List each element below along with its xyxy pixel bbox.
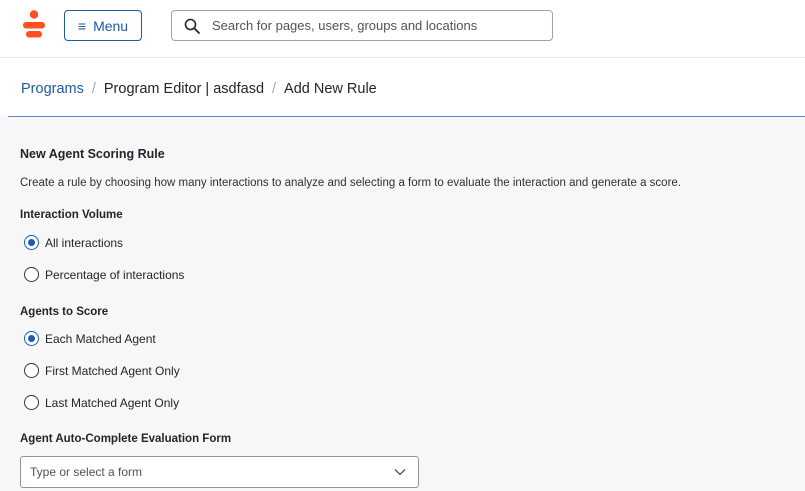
breadcrumb-program-editor: Program Editor | asdfasd <box>103 81 265 97</box>
radio-last-matched-agent-only[interactable]: Last Matched Agent Only <box>24 395 179 410</box>
radio-each-matched-agent[interactable]: Each Matched Agent <box>24 331 156 346</box>
radio-label: All interactions <box>45 235 124 250</box>
radio-label: Last Matched Agent Only <box>45 395 180 410</box>
breadcrumb: Programs / Program Editor | asdfasd / Ad… <box>21 79 377 99</box>
radio-label: Percentage of interactions <box>45 267 185 282</box>
menu-button[interactable]: ≡ Menu <box>64 10 142 41</box>
genesys-logo-icon[interactable] <box>22 10 46 40</box>
evaluation-form-label: Agent Auto-Complete Evaluation Form <box>20 433 232 445</box>
breadcrumb-programs-link[interactable]: Programs <box>21 81 84 97</box>
radio-percentage-of-interactions[interactable]: Percentage of interactions <box>24 267 184 282</box>
radio-unselected-icon[interactable] <box>24 363 39 378</box>
radio-all-interactions[interactable]: All interactions <box>24 235 123 250</box>
radio-first-matched-agent-only[interactable]: First Matched Agent Only <box>24 363 180 378</box>
hamburger-icon: ≡ <box>77 17 87 34</box>
search-icon <box>184 18 200 34</box>
radio-selected-icon[interactable] <box>24 235 39 250</box>
top-bar: ≡ Menu <box>0 0 805 58</box>
search-box[interactable] <box>171 10 553 41</box>
rule-form-panel: New Agent Scoring Rule Create a rule by … <box>0 117 805 491</box>
radio-unselected-icon[interactable] <box>24 395 39 410</box>
radio-label: First Matched Agent Only <box>45 363 180 378</box>
agents-to-score-label: Agents to Score <box>20 306 109 318</box>
search-input[interactable] <box>212 18 542 33</box>
evaluation-form-placeholder: Type or select a form <box>30 465 143 479</box>
breadcrumb-current-page: Add New Rule <box>284 81 377 97</box>
radio-unselected-icon[interactable] <box>24 267 39 282</box>
evaluation-form-select[interactable]: Type or select a form <box>20 456 419 488</box>
form-title: New Agent Scoring Rule <box>20 147 165 161</box>
chevron-down-icon <box>394 469 406 476</box>
breadcrumb-separator: / <box>272 81 277 97</box>
radio-selected-icon[interactable] <box>24 331 39 346</box>
menu-button-label: Menu <box>93 17 129 34</box>
form-description: Create a rule by choosing how many inter… <box>20 177 682 189</box>
radio-label: Each Matched Agent <box>45 331 156 346</box>
breadcrumb-separator: / <box>91 81 96 97</box>
interaction-volume-label: Interaction Volume <box>20 209 123 221</box>
